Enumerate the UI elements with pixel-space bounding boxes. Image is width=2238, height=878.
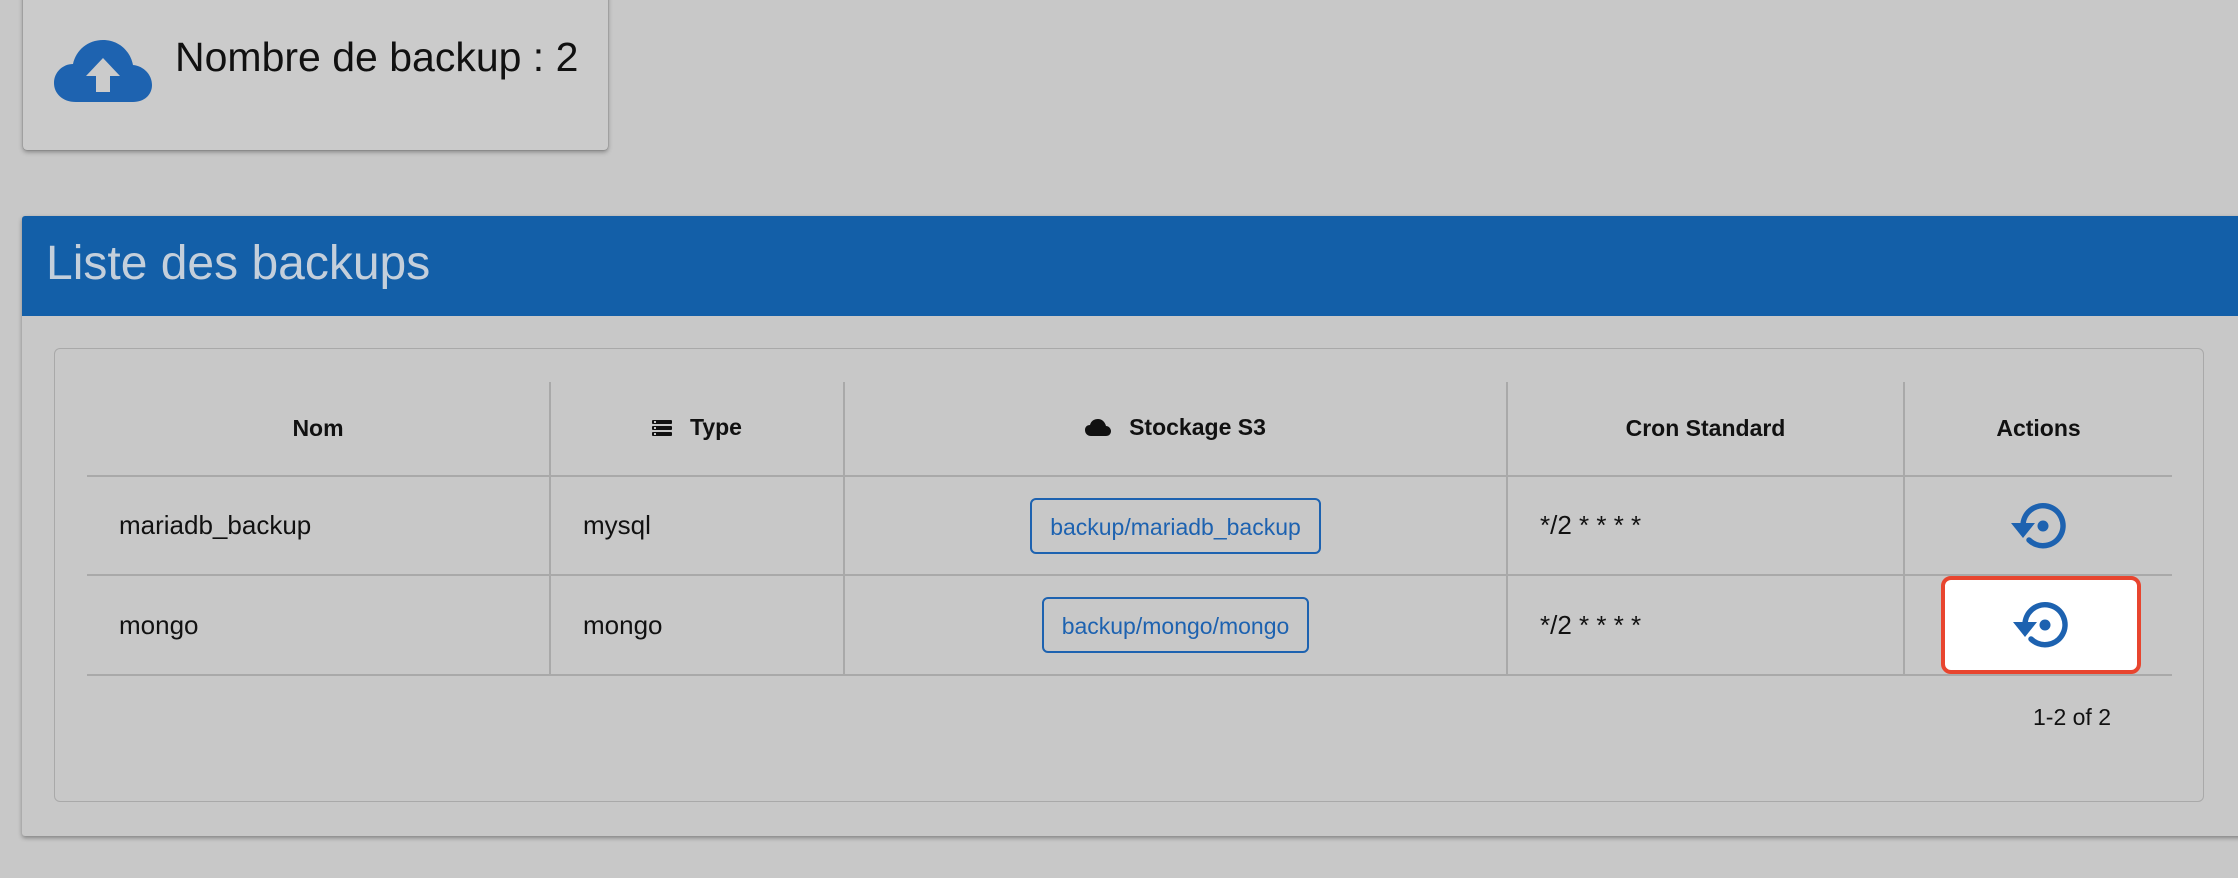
panel-title: Liste des backups — [46, 237, 431, 290]
cloud-icon — [1085, 418, 1112, 436]
table-row: mariadb_backup mysql backup/mariadb_back… — [87, 476, 2172, 576]
backup-list-panel: Liste des backups Nom Type Stockage S3 C… — [22, 216, 2238, 836]
row-name-cell: mongo — [87, 575, 550, 676]
backup-table-card: Nom Type Stockage S3 Cron Standard Actio… — [54, 348, 2204, 802]
table-row: mongo mongo backup/mongo/mongo */2 * * *… — [87, 575, 2172, 676]
column-header-cron-label: Cron Standard — [1625, 415, 1786, 441]
row-cron-cell: */2 * * * * — [1506, 476, 1904, 576]
table-header-row: Nom Type Stockage S3 Cron Standard Actio… — [87, 382, 2172, 477]
storage-path-chip[interactable]: backup/mongo/mongo — [1041, 597, 1310, 653]
row-name-cell: mariadb_backup — [87, 476, 550, 576]
column-header-cron[interactable]: Cron Standard — [1506, 382, 1904, 477]
backup-count-text: Nombre de backup : 2 — [175, 34, 579, 80]
column-header-actions: Actions — [1903, 382, 2172, 477]
column-header-actions-label: Actions — [1996, 415, 2081, 441]
row-cron-cell: */2 * * * * — [1506, 575, 1904, 676]
list-icon — [652, 419, 672, 436]
row-actions-cell — [1903, 476, 2172, 576]
column-header-storage[interactable]: Stockage S3 — [843, 382, 1507, 477]
restore-button[interactable] — [1939, 477, 2139, 574]
row-type-cell: mongo — [549, 575, 844, 676]
row-storage-cell: backup/mongo/mongo — [843, 575, 1507, 676]
panel-header: Liste des backups — [22, 216, 2238, 316]
row-storage-cell: backup/mariadb_backup — [843, 476, 1507, 576]
column-header-type[interactable]: Type — [549, 382, 844, 477]
restore-button[interactable] — [1941, 576, 2141, 674]
backup-table: Nom Type Stockage S3 Cron Standard Actio… — [87, 382, 2172, 676]
restore-icon — [2013, 602, 2068, 648]
row-type-cell: mysql — [549, 476, 844, 576]
restore-icon — [2010, 502, 2066, 548]
column-header-type-label: Type — [690, 414, 742, 441]
column-header-name-label: Nom — [292, 415, 344, 441]
column-header-storage-label: Stockage S3 — [1129, 414, 1266, 441]
storage-path-chip[interactable]: backup/mariadb_backup — [1030, 497, 1321, 554]
column-header-name[interactable]: Nom — [87, 382, 550, 477]
backup-count-card: Nombre de backup : 2 — [23, 0, 608, 150]
row-actions-cell — [1903, 575, 2172, 676]
pagination-info: 1-2 of 2 — [2033, 704, 2111, 730]
cloud-upload-icon — [54, 40, 152, 102]
